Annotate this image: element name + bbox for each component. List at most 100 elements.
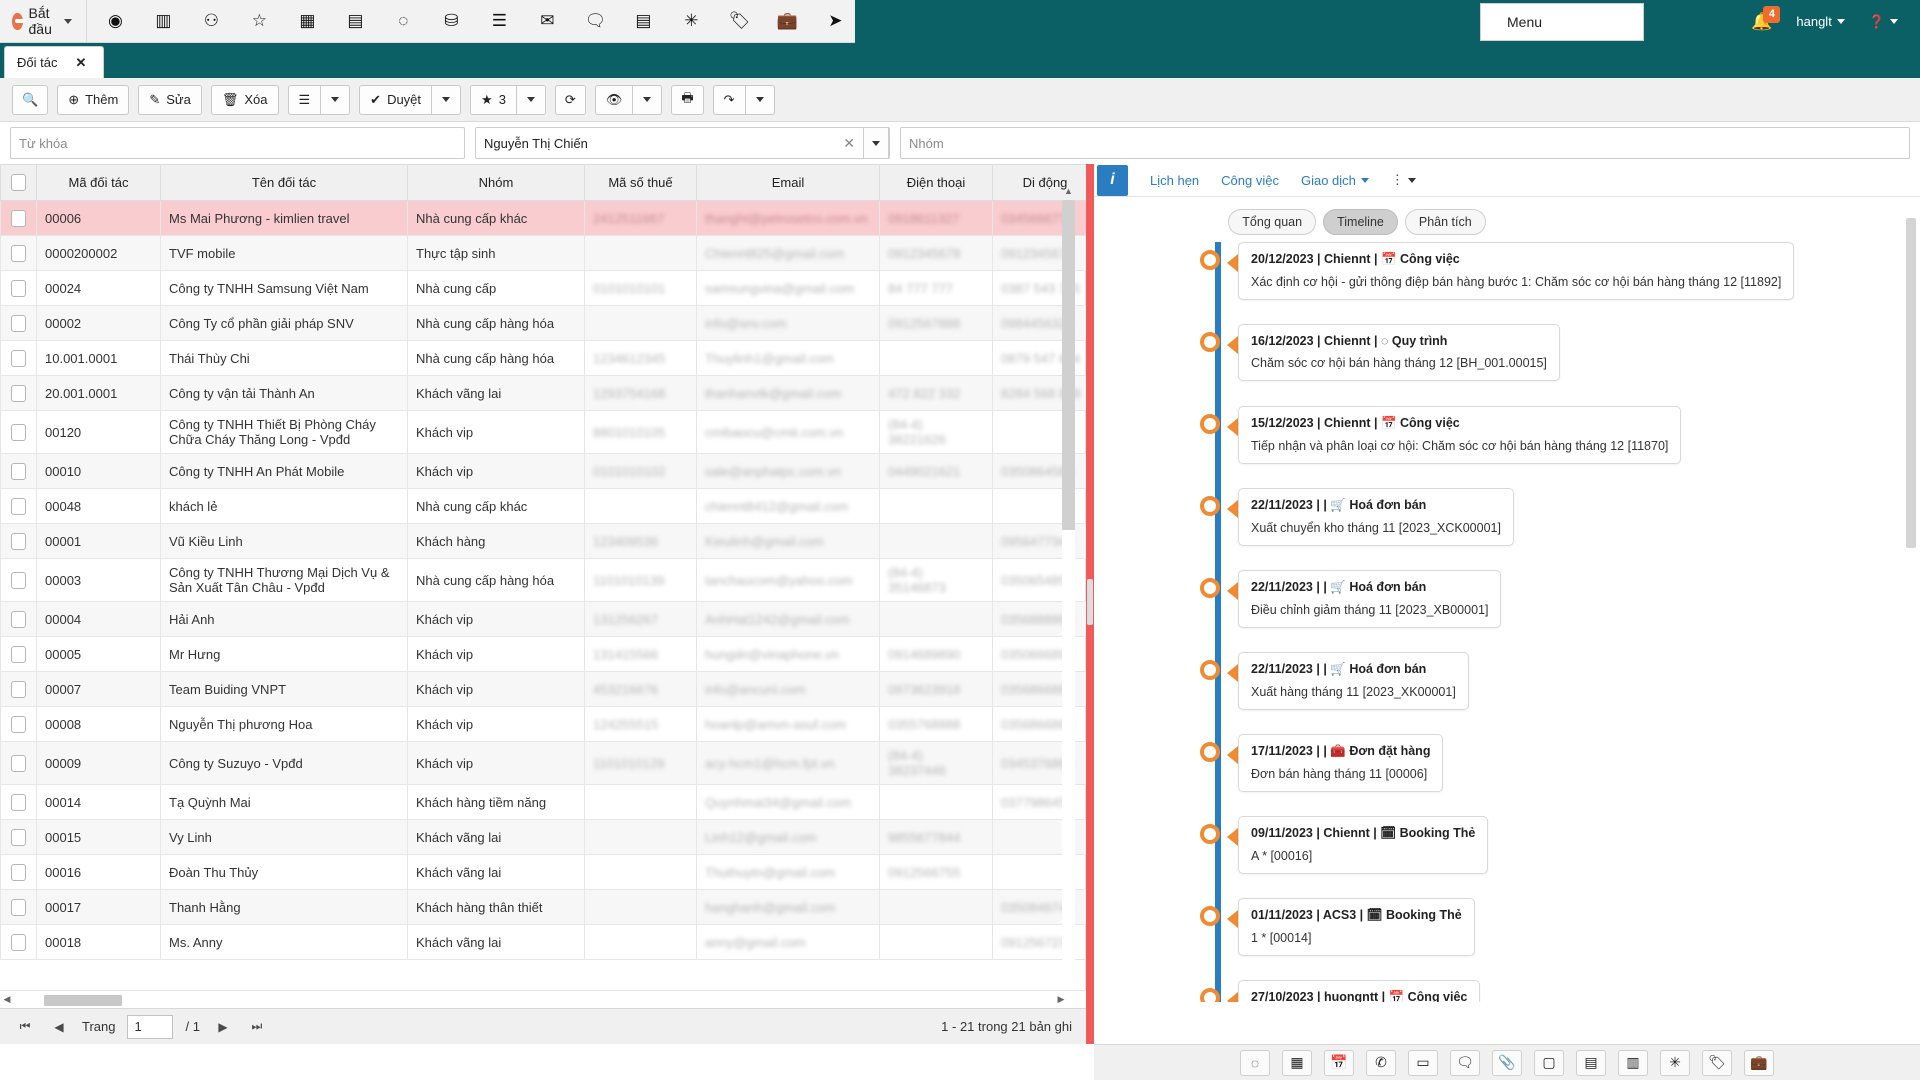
refresh-button[interactable]: ⟳ xyxy=(554,84,586,115)
row-select-cell[interactable] xyxy=(0,523,37,559)
timeline-card[interactable]: 09/11/2023 | Chiennt | 🗓 Booking Thẻ A * … xyxy=(1238,816,1489,874)
row-select-cell[interactable] xyxy=(0,305,37,341)
row-select-cell[interactable] xyxy=(0,924,37,960)
row-select-cell[interactable] xyxy=(0,410,37,454)
row-checkbox[interactable] xyxy=(11,898,26,916)
table-row[interactable]: 00004 Hải Anh Khách vip 131256267 AnhHat1242… xyxy=(0,601,1098,637)
column-header[interactable]: Tên đối tác xyxy=(160,164,408,201)
star-icon[interactable]: ☆ xyxy=(235,0,283,43)
tag-icon[interactable]: 🏷 xyxy=(715,0,763,43)
row-checkbox[interactable] xyxy=(11,497,26,515)
row-select-cell[interactable] xyxy=(0,706,37,742)
table-row[interactable]: 00002 Công Ty cổ phần giải pháp SNV Nhà cu… xyxy=(0,305,1098,341)
table-row[interactable]: 00016 Đoàn Thu Thủy Khách vãng lai Thuthuyt… xyxy=(0,854,1098,890)
list-menu-button[interactable]: ☰ xyxy=(287,84,321,115)
partner-dropdown-toggle[interactable] xyxy=(863,127,889,159)
row-checkbox[interactable] xyxy=(11,209,26,227)
note-icon[interactable]: ▢ xyxy=(1534,1049,1564,1076)
search-button[interactable]: 🔍 xyxy=(12,84,49,115)
table-row[interactable]: 00006 Ms Mai Phương - kimlien travel Nhà c… xyxy=(0,200,1098,236)
splitter-grip[interactable] xyxy=(1087,579,1093,625)
snowflake-icon[interactable]: ✳ xyxy=(1660,1049,1690,1076)
row-checkbox[interactable] xyxy=(11,571,26,589)
timeline-item[interactable]: 01/11/2023 | ACS3 | 🗓 Booking Thẻ 1 * [00… xyxy=(1200,898,1475,956)
timeline-item[interactable]: 22/11/2023 | | 🛒 Hoá đơn bán Điều chỉnh g… xyxy=(1200,570,1502,628)
segment-timeline[interactable]: Timeline xyxy=(1323,209,1398,235)
tag-icon[interactable]: 🏷 xyxy=(1702,1049,1732,1076)
print-button[interactable]: 🖶 xyxy=(671,84,704,115)
add-button[interactable]: ⊕ Thêm xyxy=(57,84,130,115)
info-icon[interactable]: i xyxy=(1097,164,1128,196)
group-input[interactable]: Nhóm xyxy=(900,127,1910,159)
row-select-cell[interactable] xyxy=(0,636,37,672)
gift-icon[interactable]: ⛁ xyxy=(427,0,475,43)
table-row[interactable]: 00015 Vy Linh Khách vãng lai Linh12@gmail.c… xyxy=(0,819,1098,855)
briefcase-icon[interactable]: 💼 xyxy=(1744,1049,1774,1076)
timeline-item[interactable]: 09/11/2023 | Chiennt | 🗓 Booking Thẻ A * … xyxy=(1200,816,1489,874)
tab-doi-tac[interactable]: Đối tác ✕ xyxy=(4,46,104,78)
timeline-card[interactable]: 20/12/2023 | Chiennt | 📅 Công việc Xác đị… xyxy=(1238,242,1795,300)
panel-splitter[interactable] xyxy=(1086,164,1094,1044)
grid-vertical-scrollbar[interactable]: ▲ ▼ xyxy=(1062,186,1075,998)
dashboard-icon[interactable]: ◉ xyxy=(91,0,139,43)
row-select-cell[interactable] xyxy=(0,741,37,785)
column-header[interactable]: Điện thoại xyxy=(879,164,993,201)
table-row[interactable]: 00005 Mr Hưng Khách vip 131415566 hungdn@vin… xyxy=(0,636,1098,672)
help-menu[interactable]: ❓ xyxy=(1857,0,1910,43)
favorite-dropdown[interactable] xyxy=(515,84,546,115)
timeline-vertical-scrollbar[interactable] xyxy=(1906,208,1916,988)
column-header[interactable]: Di động xyxy=(992,164,1098,201)
row-checkbox[interactable] xyxy=(11,754,26,772)
loading-icon[interactable]: ◌ xyxy=(1240,1049,1270,1076)
row-select-cell[interactable] xyxy=(0,601,37,637)
segment-phân-tích[interactable]: Phân tích xyxy=(1404,209,1486,235)
timeline-item[interactable]: 16/12/2023 | Chiennt | ◌ Quy trình Chăm s… xyxy=(1200,324,1560,381)
first-page-button[interactable]: ⏮ xyxy=(14,1019,36,1034)
row-select-cell[interactable] xyxy=(0,375,37,411)
grid-vscroll-thumb[interactable] xyxy=(1062,200,1075,530)
row-checkbox[interactable] xyxy=(11,645,26,663)
table-row[interactable]: 00007 Team Buiding VNPT Khách vip 453216676… xyxy=(0,671,1098,707)
table-row[interactable]: 00001 Vũ Kiều Linh Khách hàng 123409536 Kieu… xyxy=(0,523,1098,559)
row-checkbox[interactable] xyxy=(11,314,26,332)
chat-icon[interactable]: 🗨 xyxy=(1450,1049,1480,1076)
timeline-vscroll-thumb[interactable] xyxy=(1906,218,1916,548)
timeline-item[interactable]: 15/12/2023 | Chiennt | 📅 Công việc Tiếp n… xyxy=(1200,406,1682,464)
row-select-cell[interactable] xyxy=(0,671,37,707)
timeline-card[interactable]: 22/11/2023 | | 🛒 Hoá đơn bán Xuất chuyển … xyxy=(1238,488,1514,546)
row-checkbox[interactable] xyxy=(11,933,26,951)
list-icon[interactable]: ☰ xyxy=(475,0,523,43)
edit-button[interactable]: ✎ Sửa xyxy=(138,84,202,115)
table-row[interactable]: 20.001.0001 Công ty vận tải Thành An Khách… xyxy=(0,375,1098,411)
scroll-right-icon[interactable]: ▶ xyxy=(1054,994,1068,1005)
timeline-card[interactable]: 15/12/2023 | Chiennt | 📅 Công việc Tiếp n… xyxy=(1238,406,1682,464)
row-select-cell[interactable] xyxy=(0,854,37,890)
snowflake-icon[interactable]: ✳ xyxy=(667,0,715,43)
table-row[interactable]: 00009 Công ty Suzuyo - Vpđd Khách vip 11010… xyxy=(0,741,1098,785)
table-row[interactable]: 00014 Tạ Quỳnh Mai Khách hàng tiềm năng Quy… xyxy=(0,784,1098,820)
partner-select[interactable]: Nguyễn Thị Chiến ✕ xyxy=(475,127,890,159)
hscroll-thumb[interactable] xyxy=(44,994,122,1006)
table-row[interactable]: 00120 Công ty TNHH Thiết Bị Phòng Cháy Ch… xyxy=(0,410,1098,454)
table-row[interactable]: 00048 khách lẻ Nhà cung cấp khác chiennt841… xyxy=(0,488,1098,524)
timeline-item[interactable]: 17/11/2023 | | 🧰 Đơn đặt hàng Đơn bán hàn… xyxy=(1200,734,1444,792)
row-checkbox[interactable] xyxy=(11,244,26,262)
table-row[interactable]: 00010 Công ty TNHH An Phát Mobile Khách vi… xyxy=(0,453,1098,489)
prev-page-button[interactable]: ◀ xyxy=(48,1020,70,1034)
keyword-input[interactable]: Từ khóa xyxy=(10,127,465,159)
column-header[interactable]: Mã số thuế xyxy=(584,164,697,201)
select-all-header[interactable] xyxy=(0,164,37,201)
timeline-item[interactable]: 22/11/2023 | | 🛒 Hoá đơn bán Xuất hàng th… xyxy=(1200,652,1469,710)
row-select-cell[interactable] xyxy=(0,453,37,489)
timeline-card[interactable]: 22/11/2023 | | 🛒 Hoá đơn bán Điều chỉnh g… xyxy=(1238,570,1502,628)
view-button[interactable]: 👁 xyxy=(594,84,633,115)
row-checkbox[interactable] xyxy=(11,349,26,367)
calendar-event-icon[interactable]: 📅 xyxy=(1324,1049,1354,1076)
link-lich-hen[interactable]: Lịch hẹn xyxy=(1150,173,1199,188)
contact-icon[interactable]: ▥ xyxy=(1618,1049,1648,1076)
row-checkbox[interactable] xyxy=(11,610,26,628)
row-checkbox[interactable] xyxy=(11,715,26,733)
hscroll-track[interactable] xyxy=(14,993,1054,1006)
segment-tổng-quan[interactable]: Tổng quan xyxy=(1228,209,1317,235)
start-button[interactable]: Bắt đầu xyxy=(0,0,88,43)
